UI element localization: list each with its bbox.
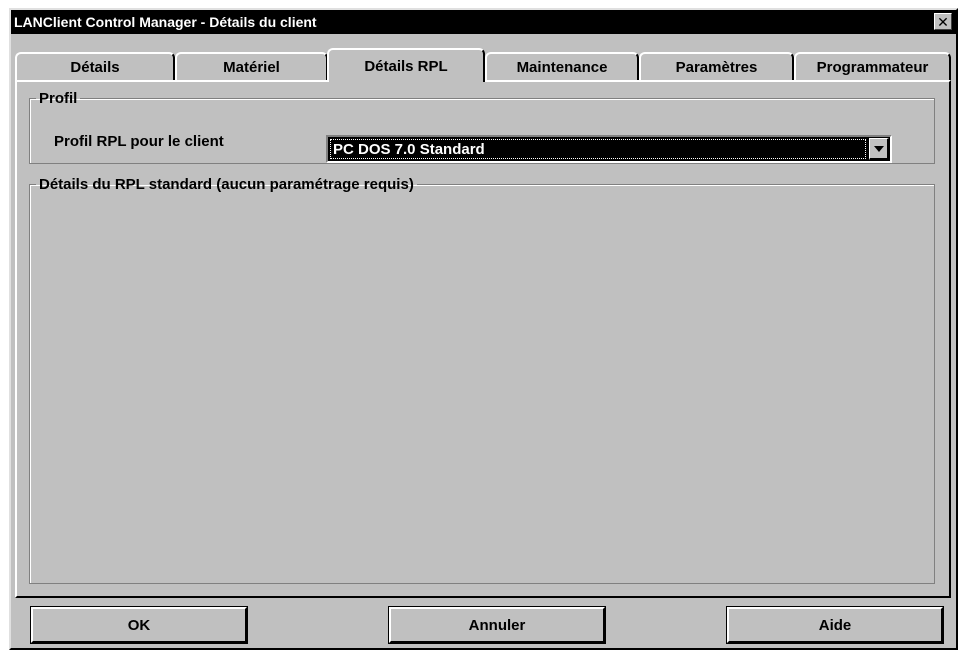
tab-label: Paramètres — [675, 58, 758, 76]
tab-strip: Détails Matériel Détails RPL Maintenance… — [15, 48, 955, 82]
profil-rpl-select[interactable]: PC DOS 7.0 Standard — [326, 135, 892, 163]
ok-button-label: OK — [127, 616, 151, 634]
tab-label: Maintenance — [516, 58, 608, 76]
cancel-button[interactable]: Annuler — [388, 606, 606, 644]
tab-label: Détails RPL — [364, 57, 448, 75]
profil-rpl-label: Profil RPL pour le client — [54, 133, 224, 150]
cancel-button-label: Annuler — [468, 616, 526, 634]
help-button-label: Aide — [818, 616, 852, 634]
tab-label: Matériel — [223, 58, 280, 76]
dialog-window: LANClient Control Manager - Détails du c… — [9, 8, 958, 650]
details-rpl-group-legend: Détails du RPL standard (aucun paramétra… — [39, 176, 414, 193]
title-bar[interactable]: LANClient Control Manager - Détails du c… — [11, 10, 956, 34]
close-icon: ✕ — [937, 13, 949, 30]
tab-details[interactable]: Détails — [15, 52, 175, 80]
tab-parametres[interactable]: Paramètres — [639, 52, 794, 80]
tab-details-rpl[interactable]: Détails RPL — [327, 48, 485, 82]
help-button[interactable]: Aide — [726, 606, 944, 644]
profil-group-legend: Profil — [39, 90, 78, 107]
tab-label: Détails — [70, 58, 120, 76]
ok-button[interactable]: OK — [30, 606, 248, 644]
details-rpl-group: Détails du RPL standard (aucun paramétra… — [29, 176, 935, 584]
tab-programmateur[interactable]: Programmateur — [794, 52, 951, 80]
tab-label: Programmateur — [816, 58, 929, 76]
tab-maintenance[interactable]: Maintenance — [485, 52, 639, 80]
close-button[interactable]: ✕ — [934, 13, 952, 30]
dropdown-button[interactable] — [869, 138, 889, 160]
tab-materiel[interactable]: Matériel — [175, 52, 328, 80]
chevron-down-icon — [873, 145, 884, 152]
profil-group: Profil Profil RPL pour le client PC DOS … — [29, 90, 935, 164]
window-title: LANClient Control Manager - Détails du c… — [14, 14, 317, 30]
profil-rpl-selected-value: PC DOS 7.0 Standard — [330, 139, 866, 159]
tab-panel-details-rpl: Profil Profil RPL pour le client PC DOS … — [15, 80, 951, 598]
